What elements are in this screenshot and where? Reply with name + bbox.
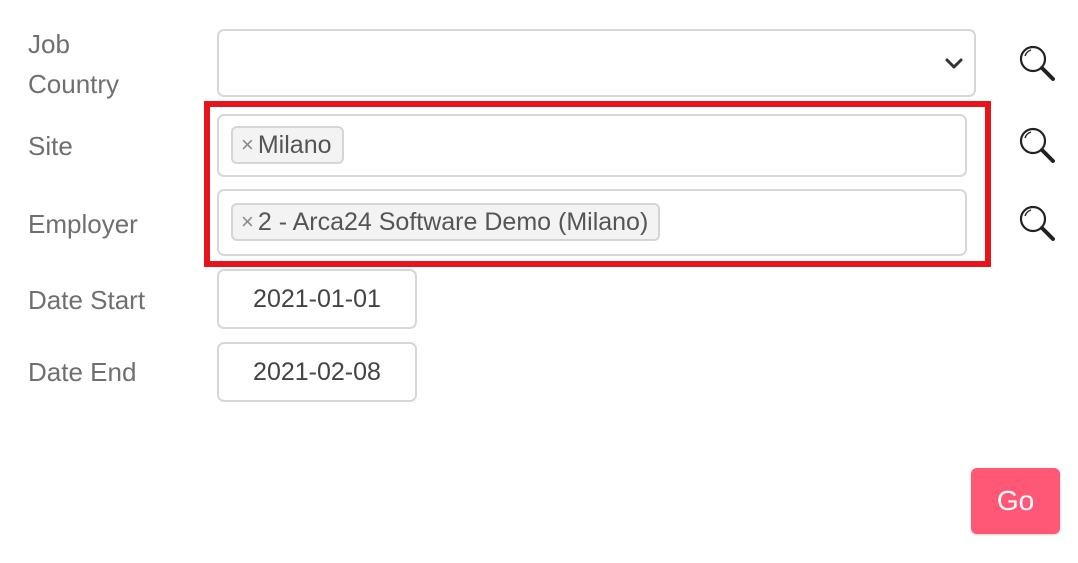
go-button[interactable]: Go: [971, 468, 1060, 534]
job-country-select[interactable]: [217, 29, 976, 97]
date-start-input[interactable]: 2021-01-01: [217, 269, 417, 329]
site-label: Site: [28, 131, 73, 161]
date-start-label: Date Start: [28, 285, 146, 315]
job-country-label: Job Country: [28, 29, 120, 99]
date-start-value: 2021-01-01: [253, 284, 381, 313]
date-end-label: Date End: [28, 357, 137, 387]
chevron-down-icon: [945, 58, 963, 69]
search-icon[interactable]: [1017, 43, 1057, 83]
employer-label: Employer: [28, 209, 138, 239]
search-icon[interactable]: [1017, 203, 1057, 243]
date-end-input[interactable]: 2021-02-08: [217, 342, 417, 402]
date-end-value: 2021-02-08: [253, 357, 381, 386]
search-icon[interactable]: [1017, 125, 1057, 165]
highlight-frame: [204, 101, 991, 267]
report-filter-form: Job Country Site × Milano Employer × 2 -…: [0, 0, 1078, 563]
